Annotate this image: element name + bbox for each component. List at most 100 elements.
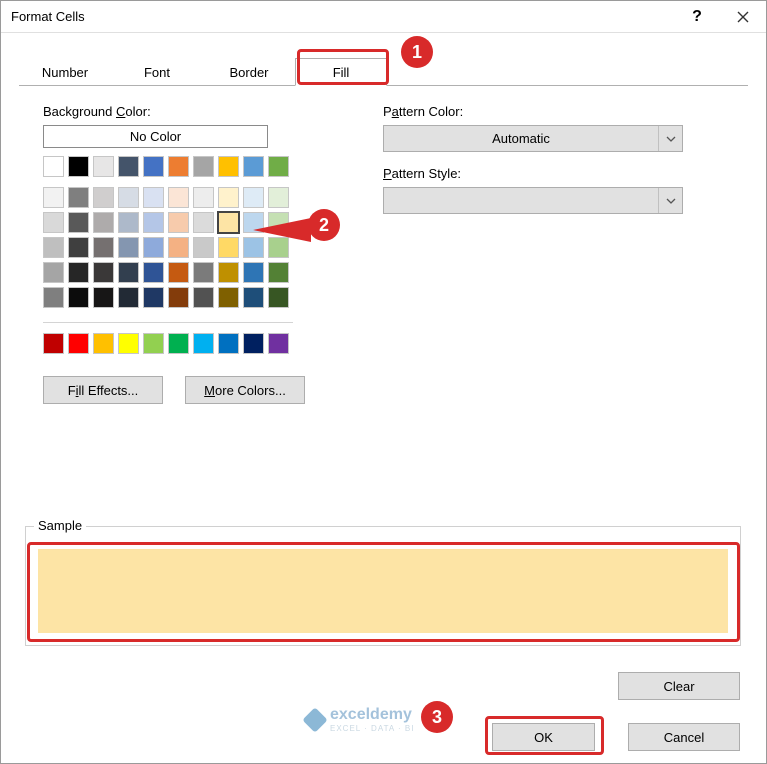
color-swatch[interactable] bbox=[218, 212, 239, 233]
close-button[interactable] bbox=[720, 1, 766, 33]
sample-fieldset: Sample bbox=[25, 526, 741, 646]
color-swatch[interactable] bbox=[218, 187, 239, 208]
clear-button[interactable]: Clear bbox=[618, 672, 740, 700]
tint-column bbox=[118, 187, 139, 308]
color-swatch[interactable] bbox=[143, 237, 164, 258]
color-swatch[interactable] bbox=[193, 287, 214, 308]
no-color-button[interactable]: No Color bbox=[43, 125, 268, 148]
color-swatch[interactable] bbox=[43, 187, 64, 208]
color-swatch[interactable] bbox=[43, 262, 64, 283]
color-swatch[interactable] bbox=[43, 156, 64, 177]
color-swatch[interactable] bbox=[193, 187, 214, 208]
pattern-color-label: Pattern Color: bbox=[383, 104, 713, 119]
color-swatch[interactable] bbox=[143, 287, 164, 308]
color-swatch[interactable] bbox=[68, 262, 89, 283]
tint-column bbox=[218, 187, 239, 308]
color-swatch[interactable] bbox=[193, 237, 214, 258]
color-swatch[interactable] bbox=[268, 333, 289, 354]
color-swatch[interactable] bbox=[243, 262, 264, 283]
color-swatch[interactable] bbox=[118, 333, 139, 354]
color-swatch[interactable] bbox=[143, 156, 164, 177]
pattern-color-combo[interactable]: Automatic bbox=[383, 125, 683, 152]
color-swatch[interactable] bbox=[143, 212, 164, 233]
pattern-style-combo[interactable] bbox=[383, 187, 683, 214]
color-swatch[interactable] bbox=[43, 237, 64, 258]
color-swatch[interactable] bbox=[118, 262, 139, 283]
color-swatch[interactable] bbox=[43, 287, 64, 308]
color-swatch[interactable] bbox=[118, 156, 139, 177]
pattern-color-value: Automatic bbox=[384, 131, 658, 146]
color-swatch[interactable] bbox=[218, 237, 239, 258]
color-swatch[interactable] bbox=[43, 212, 64, 233]
color-swatch[interactable] bbox=[93, 237, 114, 258]
color-swatch[interactable] bbox=[193, 156, 214, 177]
color-swatch[interactable] bbox=[243, 187, 264, 208]
watermark: exceldemy EXCEL · DATA · BI bbox=[306, 706, 414, 733]
color-swatch[interactable] bbox=[218, 156, 239, 177]
tint-column bbox=[168, 187, 189, 308]
color-swatch[interactable] bbox=[243, 156, 264, 177]
cancel-button[interactable]: Cancel bbox=[628, 723, 740, 751]
help-button[interactable]: ? bbox=[674, 1, 720, 33]
watermark-tag: EXCEL · DATA · BI bbox=[330, 724, 414, 733]
tab-fill[interactable]: Fill bbox=[295, 58, 387, 86]
more-colors-button[interactable]: More Colors... bbox=[185, 376, 305, 404]
color-swatch[interactable] bbox=[93, 156, 114, 177]
color-swatch[interactable] bbox=[143, 333, 164, 354]
color-swatch[interactable] bbox=[68, 333, 89, 354]
ok-button[interactable]: OK bbox=[492, 723, 595, 751]
color-swatch[interactable] bbox=[268, 156, 289, 177]
tab-font[interactable]: Font bbox=[111, 58, 203, 86]
color-swatch[interactable] bbox=[118, 287, 139, 308]
color-swatch[interactable] bbox=[193, 262, 214, 283]
color-swatch[interactable] bbox=[143, 187, 164, 208]
color-swatch[interactable] bbox=[93, 287, 114, 308]
color-swatch[interactable] bbox=[68, 212, 89, 233]
watermark-logo-icon bbox=[302, 707, 327, 732]
color-swatch[interactable] bbox=[218, 262, 239, 283]
color-swatch[interactable] bbox=[268, 262, 289, 283]
callout-3: 3 bbox=[421, 701, 453, 733]
dialog-content: Background Color: No Color Fill Effects.… bbox=[1, 86, 766, 404]
sample-label: Sample bbox=[34, 518, 86, 533]
color-swatch[interactable] bbox=[193, 333, 214, 354]
tint-column bbox=[93, 187, 114, 308]
color-swatch[interactable] bbox=[68, 237, 89, 258]
tint-column bbox=[193, 187, 214, 308]
fill-effects-button[interactable]: Fill Effects... bbox=[43, 376, 163, 404]
color-swatch[interactable] bbox=[143, 262, 164, 283]
color-swatch[interactable] bbox=[268, 287, 289, 308]
color-swatch[interactable] bbox=[168, 237, 189, 258]
color-swatch[interactable] bbox=[93, 333, 114, 354]
color-swatch[interactable] bbox=[243, 287, 264, 308]
color-swatch[interactable] bbox=[168, 287, 189, 308]
fill-buttons-row: Fill Effects... More Colors... bbox=[43, 376, 383, 404]
color-swatch[interactable] bbox=[168, 212, 189, 233]
tint-column bbox=[68, 187, 89, 308]
chevron-down-icon bbox=[658, 188, 682, 213]
tab-border[interactable]: Border bbox=[203, 58, 295, 86]
watermark-name: exceldemy bbox=[330, 706, 414, 724]
color-swatch[interactable] bbox=[218, 333, 239, 354]
color-swatch[interactable] bbox=[168, 262, 189, 283]
color-swatch[interactable] bbox=[93, 262, 114, 283]
chevron-down-icon bbox=[658, 126, 682, 151]
tab-number[interactable]: Number bbox=[19, 58, 111, 86]
color-swatch[interactable] bbox=[193, 212, 214, 233]
color-swatch[interactable] bbox=[168, 156, 189, 177]
color-swatch[interactable] bbox=[218, 287, 239, 308]
color-swatch[interactable] bbox=[168, 187, 189, 208]
color-swatch[interactable] bbox=[68, 156, 89, 177]
color-swatch[interactable] bbox=[43, 333, 64, 354]
color-swatch[interactable] bbox=[243, 333, 264, 354]
color-swatch[interactable] bbox=[118, 212, 139, 233]
color-swatch[interactable] bbox=[93, 212, 114, 233]
color-swatch[interactable] bbox=[68, 187, 89, 208]
color-swatch[interactable] bbox=[118, 237, 139, 258]
color-swatch[interactable] bbox=[168, 333, 189, 354]
color-swatch[interactable] bbox=[268, 187, 289, 208]
color-swatch[interactable] bbox=[93, 187, 114, 208]
color-swatch[interactable] bbox=[118, 187, 139, 208]
color-swatch[interactable] bbox=[68, 287, 89, 308]
tint-column bbox=[43, 187, 64, 308]
